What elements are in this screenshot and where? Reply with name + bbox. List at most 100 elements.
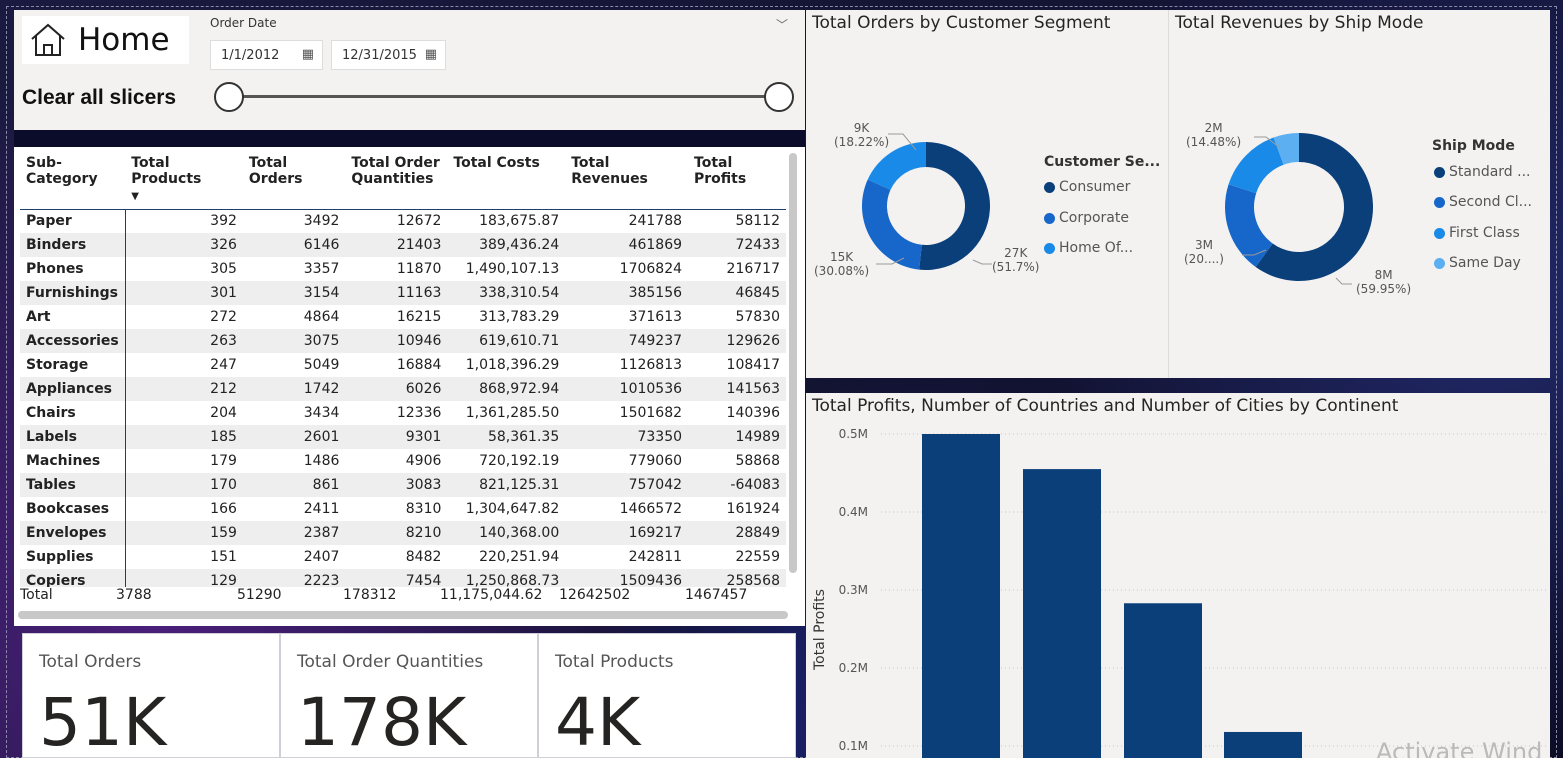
slider-start-handle[interactable] <box>214 82 244 112</box>
column-header-total-order-quantities[interactable]: Total Order Quantities <box>345 153 448 210</box>
row-value-cell: 140,368.00 <box>447 521 566 545</box>
home-button[interactable]: Home <box>22 16 189 64</box>
legend-item-consumer[interactable]: Consumer <box>1044 179 1130 195</box>
row-value-cell: 247 <box>210 357 237 373</box>
table-row[interactable]: Paper 392 3492 12672 183,675.87 241788 58112 <box>20 209 786 233</box>
row-value-cell: 129626 <box>688 329 786 353</box>
row-value-cell: 1742 <box>242 377 346 401</box>
row-value-cell: 305 <box>210 261 237 277</box>
start-date-input[interactable]: 1/1/2012 ▦ <box>210 40 323 70</box>
column-header-total-products[interactable]: Total Products ▼ <box>125 153 243 210</box>
slider-end-handle[interactable] <box>764 82 794 112</box>
column-header-subcategory[interactable]: Sub-Category <box>20 153 126 210</box>
segment-label-consumer: 27K (51.7%) <box>992 246 1040 274</box>
table-row[interactable]: Appliances 212 1742 6026 868,972.94 1010536 14… <box>20 377 786 401</box>
row-value-cell: 212 <box>125 377 243 401</box>
date-range-slider-track[interactable] <box>242 95 793 98</box>
legend-item-standard[interactable]: Standard ... <box>1434 164 1531 180</box>
bar[interactable] <box>1023 469 1101 758</box>
table-row[interactable]: Copiers 129 2223 7454 1,250,868.73 1509436 258… <box>20 569 786 587</box>
calendar-icon[interactable]: ▦ <box>302 47 314 62</box>
row-category-cell: Appliances <box>20 377 126 401</box>
table-row[interactable]: Phones 305 3357 11870 1,490,107.13 1706824 216… <box>20 257 786 281</box>
row-category-cell: Envelopes <box>20 521 126 545</box>
table-row[interactable]: Envelopes 159 2387 8210 140,368.00 169217 2884… <box>20 521 786 545</box>
clear-slicers-button[interactable]: Clear all slicers <box>22 86 176 110</box>
matrix-body: Paper 392 3492 12672 183,675.87 241788 58112 Bi… <box>20 209 786 587</box>
row-value-cell: 4864 <box>303 309 340 325</box>
row-category-cell: Art <box>20 305 126 329</box>
kpi-label: Total Products <box>555 652 674 672</box>
row-value-cell: 1,250,868.73 <box>447 569 566 587</box>
shipmode-donut[interactable] <box>1224 132 1374 282</box>
bar-chart[interactable]: 0.1M 0.2M 0.3M 0.4M 0.5M <box>806 393 1550 758</box>
row-value-cell: 313,783.29 <box>479 309 560 325</box>
row-value-cell: 12672 <box>396 213 442 230</box>
row-category-cell: Machines <box>20 449 126 473</box>
y-tick-label: 0.5M <box>839 427 868 441</box>
row-value-cell: 185 <box>125 425 243 449</box>
horizontal-scrollbar[interactable] <box>18 611 788 619</box>
row-value-cell: 10946 <box>345 329 448 353</box>
bar[interactable] <box>922 434 1000 758</box>
end-date-input[interactable]: 12/31/2015 ▦ <box>331 40 446 70</box>
row-value-cell: 1010536 <box>565 377 689 401</box>
row-value-cell: 779060 <box>628 453 683 469</box>
table-row[interactable]: Bookcases 166 2411 8310 1,304,647.82 1466572 1… <box>20 497 786 521</box>
bar[interactable] <box>1124 603 1202 758</box>
donut-slice-home-office[interactable] <box>867 142 926 190</box>
legend-item-same-day[interactable]: Same Day <box>1434 255 1521 271</box>
table-row[interactable]: Labels 185 2601 9301 58,361.35 73350 14989 <box>20 425 786 449</box>
shipmode-chart-title: Total Revenues by Ship Mode <box>1175 13 1424 33</box>
row-category-cell: Supplies <box>20 545 126 569</box>
column-header-total-costs[interactable]: Total Costs <box>447 153 566 210</box>
vertical-scrollbar[interactable] <box>789 153 797 573</box>
row-value-cell: 821,125.31 <box>447 473 566 497</box>
bar[interactable] <box>1224 731 1302 758</box>
table-row[interactable]: Accessories 263 3075 10946 619,610.71 749237 1… <box>20 329 786 353</box>
row-value-cell: 385156 <box>565 281 689 305</box>
column-header-total-orders[interactable]: Total Orders <box>242 153 346 210</box>
matrix-scroll-area[interactable]: Sub-Category Total Products ▼ Total Orde… <box>14 147 789 587</box>
legend-item-home-office[interactable]: Home Of... <box>1044 240 1133 256</box>
legend-item-second-class[interactable]: Second Cl... <box>1434 194 1532 210</box>
row-value-cell: 619,610.71 <box>447 329 566 353</box>
table-row[interactable]: Machines 179 1486 4906 720,192.19 779060 58868 <box>20 449 786 473</box>
row-category-cell: Labels <box>20 425 126 449</box>
row-value-cell: 166 <box>210 501 237 517</box>
row-value-cell: 3357 <box>303 261 340 277</box>
row-value-cell: 1706824 <box>619 261 683 277</box>
row-value-cell: 8210 <box>345 521 448 545</box>
subcategory-matrix: Sub-Category Total Products ▼ Total Orde… <box>20 153 786 587</box>
table-row[interactable]: Binders 326 6146 21403 389,436.24 461869 72433 <box>20 233 786 257</box>
table-row[interactable]: Supplies 151 2407 8482 220,251.94 242811 22559 <box>20 545 786 569</box>
row-value-cell: 371613 <box>628 309 683 325</box>
row-value-cell: 1,018,396.29 <box>465 357 560 373</box>
donut-slice-consumer[interactable] <box>919 142 990 270</box>
row-category-cell: Copiers <box>20 569 126 587</box>
activate-windows-watermark: Activate Wind <box>1376 738 1543 758</box>
row-value-cell: 8482 <box>405 549 442 565</box>
table-row[interactable]: Chairs 204 3434 12336 1,361,285.50 1501682 140… <box>20 401 786 425</box>
column-header-total-revenues[interactable]: Total Revenues <box>565 153 689 210</box>
legend-item-corporate[interactable]: Corporate <box>1044 210 1129 226</box>
row-value-cell: 141563 <box>688 377 786 401</box>
row-value-cell: 263 <box>125 329 243 353</box>
chevron-down-icon[interactable]: ﹀ <box>776 16 788 33</box>
table-row[interactable]: Storage 247 5049 16884 1,018,396.29 1126813 10… <box>20 353 786 377</box>
row-value-cell: 461869 <box>565 233 689 257</box>
row-value-cell: 2387 <box>242 521 346 545</box>
calendar-icon[interactable]: ▦ <box>425 47 437 62</box>
table-row[interactable]: Art 272 4864 16215 313,783.29 371613 57830 <box>20 305 786 329</box>
column-header-total-profits[interactable]: Total Profits <box>688 153 786 210</box>
legend-item-first-class[interactable]: First Class <box>1434 225 1520 241</box>
table-row[interactable]: Furnishings 301 3154 11163 338,310.54 385156 4… <box>20 281 786 305</box>
row-value-cell: 170 <box>125 473 243 497</box>
shipmode-label-first-class: 2M (14.48%) <box>1186 121 1242 149</box>
end-date-value: 12/31/2015 <box>342 47 417 63</box>
row-category-cell: Storage <box>20 353 126 377</box>
table-row[interactable]: Tables 170 861 3083 821,125.31 757042 -64083 <box>20 473 786 497</box>
donut-slice-corporate[interactable] <box>862 179 922 270</box>
segment-donut[interactable] <box>856 136 996 276</box>
kpi-card-total-orders: Total Orders 51K <box>22 633 280 758</box>
